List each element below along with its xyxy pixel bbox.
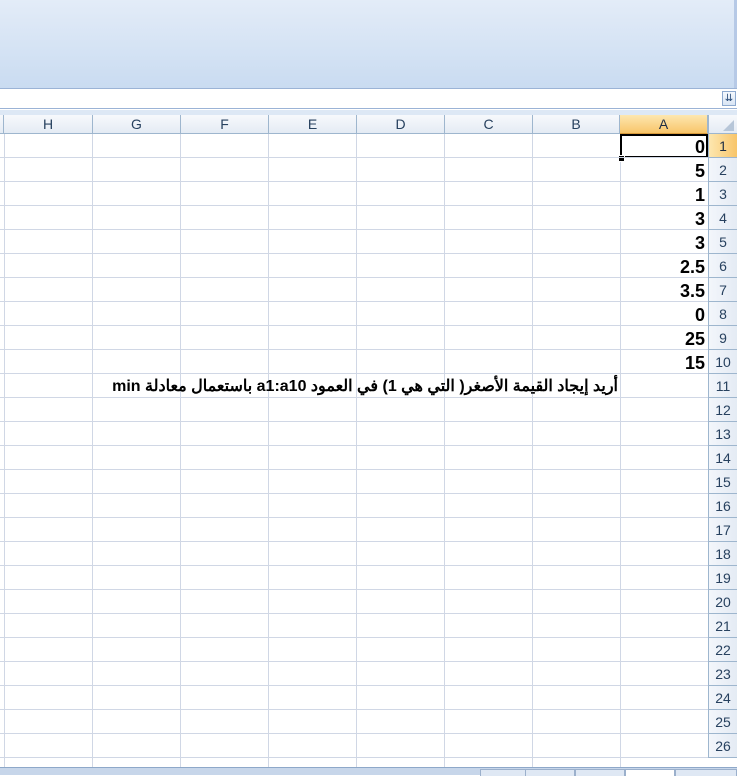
grid-line bbox=[0, 589, 708, 590]
grid-line bbox=[0, 709, 708, 710]
grid-line bbox=[0, 517, 708, 518]
grid-line bbox=[0, 661, 708, 662]
row-header-26[interactable]: 26 bbox=[708, 734, 737, 758]
row-header-16[interactable]: 16 bbox=[708, 494, 737, 518]
grid-line bbox=[0, 373, 708, 374]
row-header-10[interactable]: 10 bbox=[708, 350, 737, 374]
active-cell-border bbox=[620, 134, 708, 158]
row-header-7[interactable]: 7 bbox=[708, 278, 737, 302]
cell-a10[interactable]: 15 bbox=[620, 350, 705, 374]
sheet-tab[interactable] bbox=[480, 769, 530, 776]
cell-a2[interactable]: 5 bbox=[620, 158, 705, 182]
grid-line bbox=[0, 541, 708, 542]
row-header-25[interactable]: 25 bbox=[708, 710, 737, 734]
grid-line bbox=[0, 277, 708, 278]
grid-line bbox=[0, 397, 708, 398]
row-header-1[interactable]: 1 bbox=[708, 134, 737, 158]
grid-line bbox=[0, 757, 708, 758]
column-header-f[interactable]: F bbox=[181, 115, 269, 134]
row-header-20[interactable]: 20 bbox=[708, 590, 737, 614]
row-header-22[interactable]: 22 bbox=[708, 638, 737, 662]
row-header-2[interactable]: 2 bbox=[708, 158, 737, 182]
cell-a9[interactable]: 25 bbox=[620, 326, 705, 350]
row-header-14[interactable]: 14 bbox=[708, 446, 737, 470]
grid-line bbox=[0, 205, 708, 206]
row-header-24[interactable]: 24 bbox=[708, 686, 737, 710]
row-header-13[interactable]: 13 bbox=[708, 422, 737, 446]
grid-line bbox=[0, 325, 708, 326]
column-header-c[interactable]: C bbox=[445, 115, 533, 134]
grid-line bbox=[0, 469, 708, 470]
row-header-19[interactable]: 19 bbox=[708, 566, 737, 590]
column-header-a[interactable]: A bbox=[620, 115, 708, 134]
row-header-8[interactable]: 8 bbox=[708, 302, 737, 326]
grid-line bbox=[0, 301, 708, 302]
ribbon bbox=[0, 0, 737, 89]
grid-line bbox=[0, 685, 708, 686]
chevron-double-down-icon[interactable]: ⇊ bbox=[722, 91, 736, 106]
grid-line bbox=[0, 421, 708, 422]
grid-line bbox=[0, 349, 708, 350]
column-header-e[interactable]: E bbox=[269, 115, 357, 134]
grid-line bbox=[0, 445, 708, 446]
cell-a8[interactable]: 0 bbox=[620, 302, 705, 326]
row-header-21[interactable]: 21 bbox=[708, 614, 737, 638]
grid-line bbox=[0, 493, 708, 494]
spreadsheet-grid[interactable]: H G F E D C B A 1 2 3 4 5 6 7 8 9 10 11 12 13 14 15 16 1… bbox=[0, 115, 737, 767]
column-header-d[interactable]: D bbox=[357, 115, 445, 134]
cell-a6[interactable]: 2.5 bbox=[620, 254, 705, 278]
row-header-12[interactable]: 12 bbox=[708, 398, 737, 422]
column-header-b[interactable]: B bbox=[533, 115, 620, 134]
grid-line bbox=[0, 157, 708, 158]
row-header-6[interactable]: 6 bbox=[708, 254, 737, 278]
select-all-corner[interactable] bbox=[708, 115, 737, 134]
grid-line bbox=[0, 253, 708, 254]
grid-line bbox=[0, 565, 708, 566]
cell-a3[interactable]: 1 bbox=[620, 182, 705, 206]
column-header-g[interactable]: G bbox=[93, 115, 181, 134]
row-header-3[interactable]: 3 bbox=[708, 182, 737, 206]
row-header-18[interactable]: 18 bbox=[708, 542, 737, 566]
row-header-15[interactable]: 15 bbox=[708, 470, 737, 494]
cell-a4[interactable]: 3 bbox=[620, 206, 705, 230]
select-all-triangle bbox=[723, 120, 734, 131]
cell-a11-note[interactable]: أريد إيجاد القيمة الأصغر( التي هي 1) في … bbox=[112, 374, 618, 398]
sheet-tab[interactable] bbox=[525, 769, 575, 776]
grid-line bbox=[0, 181, 708, 182]
sheet-tab[interactable] bbox=[575, 769, 625, 776]
grid-line bbox=[0, 613, 708, 614]
grid-line bbox=[0, 229, 708, 230]
row-header-11[interactable]: 11 bbox=[708, 374, 737, 398]
row-header-17[interactable]: 17 bbox=[708, 518, 737, 542]
grid-line bbox=[0, 733, 708, 734]
formula-bar[interactable]: ⇊ bbox=[0, 88, 737, 109]
column-header-h[interactable]: H bbox=[4, 115, 93, 134]
row-header-5[interactable]: 5 bbox=[708, 230, 737, 254]
sheet-tab-active[interactable] bbox=[625, 769, 675, 776]
row-header-9[interactable]: 9 bbox=[708, 326, 737, 350]
grid-line bbox=[0, 637, 708, 638]
row-header-23[interactable]: 23 bbox=[708, 662, 737, 686]
cell-a5[interactable]: 3 bbox=[620, 230, 705, 254]
cell-a7[interactable]: 3.5 bbox=[620, 278, 705, 302]
row-header-4[interactable]: 4 bbox=[708, 206, 737, 230]
column-header-partial[interactable] bbox=[0, 115, 4, 134]
sheet-tab[interactable] bbox=[675, 769, 737, 776]
